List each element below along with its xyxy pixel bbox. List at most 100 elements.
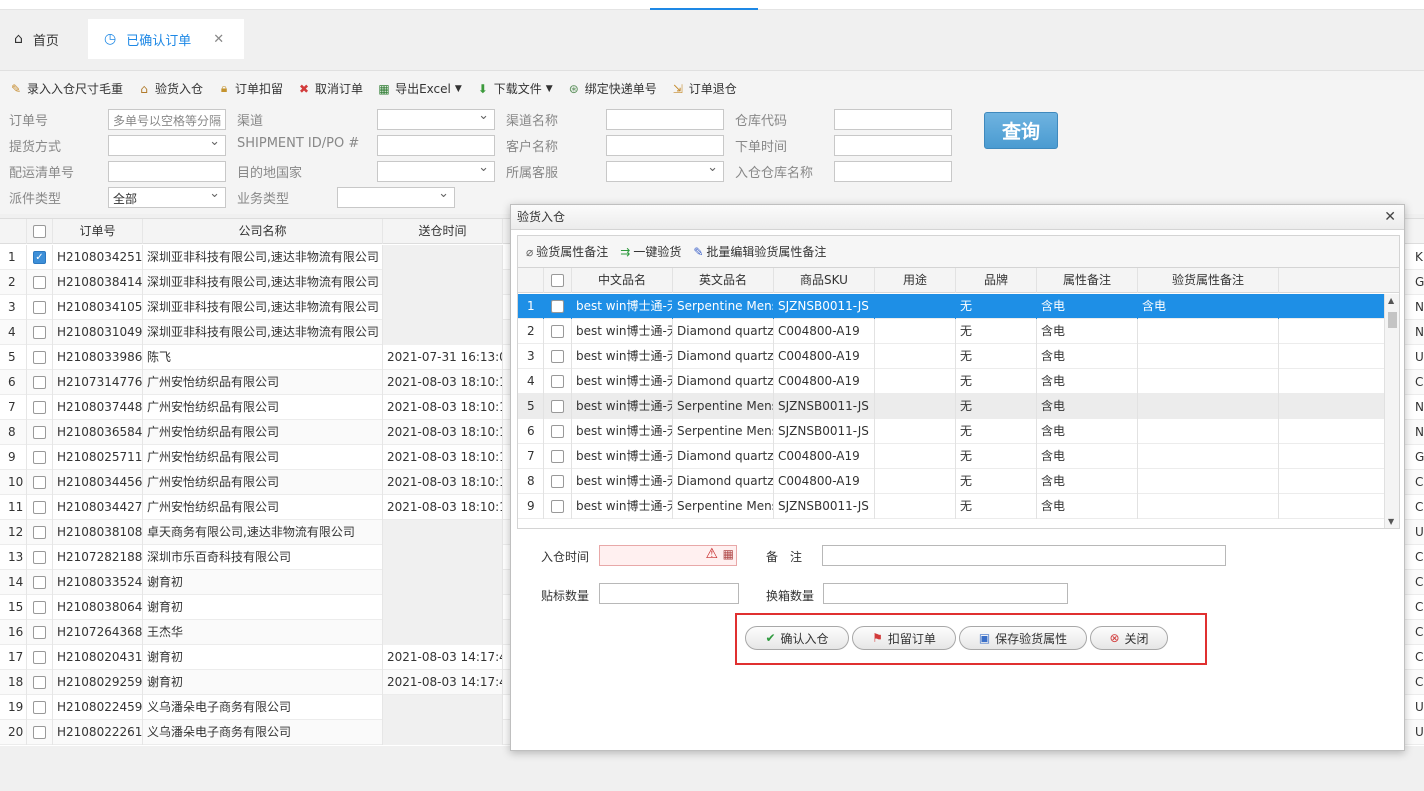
dispatch-type-select[interactable]: 全部 [108,187,226,208]
row-checkbox[interactable] [33,576,46,589]
warehouse-code-input[interactable] [834,109,952,130]
row-checkbox[interactable] [33,326,46,339]
row-checkbox[interactable] [33,651,46,664]
cancel-order-button[interactable]: ✖ 取消订单 [296,80,363,97]
scroll-down-icon[interactable]: ▼ [1388,517,1394,526]
shipment-input[interactable] [377,135,495,156]
item-checkbox[interactable] [551,375,564,388]
save-inspect-attr-button[interactable]: ▣ 保存验货属性 [959,626,1087,650]
dest-country-select[interactable] [377,161,495,182]
query-button[interactable]: 查询 [984,112,1058,149]
batch-edit-remark-button[interactable]: ✎ 批量编辑验货属性备注 [693,243,826,260]
close-tab-icon[interactable]: ✕ [213,32,224,47]
tab-home[interactable]: ⌂ 首页 [0,19,86,59]
item-checkbox[interactable] [551,450,564,463]
item-row[interactable]: 4 best win博士通-无Diamond quartz wC004800-A1… [518,369,1386,394]
order-time-input[interactable] [834,135,952,156]
one-click-inspect-button[interactable]: ⇉ 一键验货 [620,243,681,260]
item-checkbox[interactable] [551,300,564,313]
manifest-input[interactable] [108,161,226,182]
return-order-button[interactable]: ⇲ 订单退仓 [670,80,737,97]
item-inspect-remark[interactable] [1138,394,1279,419]
channel-select[interactable] [377,109,495,130]
in-time-input[interactable]: ⚠ ▦ [599,545,737,566]
item-checkbox[interactable] [551,500,564,513]
row-order-no: H2108038414 [53,270,143,295]
export-excel-button[interactable]: ▦ 导出Excel ▼ [376,80,461,97]
row-checkbox[interactable] [33,276,46,289]
row-checkbox[interactable] [33,526,46,539]
item-checkbox[interactable] [551,350,564,363]
item-row-number: 9 [518,494,544,519]
items-select-all-checkbox[interactable] [551,274,564,287]
scroll-up-icon[interactable]: ▲ [1388,296,1394,305]
item-checkbox[interactable] [551,325,564,338]
row-checkbox[interactable] [33,476,46,489]
row-send-time [383,720,503,745]
row-checkbox[interactable] [33,601,46,614]
hold-order-button[interactable]: 🔒︎ 订单扣留 [216,80,283,97]
items-scrollbar[interactable]: ▲ ▼ [1384,294,1399,528]
calendar-icon[interactable]: ▦ [723,547,734,561]
row-checkbox[interactable] [33,401,46,414]
row-checkbox[interactable] [33,551,46,564]
scrollbar-thumb[interactable] [1388,312,1397,328]
item-inspect-remark[interactable]: 含电 [1138,294,1279,319]
item-checkbox[interactable] [551,400,564,413]
row-checkbox[interactable]: ✓ [33,251,46,264]
box-qty-input[interactable] [823,583,1068,604]
biz-type-select[interactable] [337,187,455,208]
item-row[interactable]: 9 best win博士通-无Serpentine Mens QSJZNSB001… [518,494,1386,519]
bind-express-button[interactable]: ⊛ 绑定快递单号 [566,80,657,97]
close-dialog-button[interactable]: ⊗ 关闭 [1090,626,1168,650]
channel-name-input[interactable] [606,109,724,130]
remark-input[interactable] [822,545,1226,566]
confirm-inbound-button[interactable]: ✔ 确认入仓 [745,626,849,650]
row-checkbox[interactable] [33,451,46,464]
item-row[interactable]: 1 best win博士通-无Serpentine Mens QSJZNSB001… [518,294,1386,319]
item-inspect-remark[interactable] [1138,444,1279,469]
item-checkbox[interactable] [551,425,564,438]
item-inspect-remark[interactable] [1138,319,1279,344]
item-en-name: Serpentine Mens Q [673,394,774,419]
download-file-button[interactable]: ⬇ 下载文件 ▼ [475,80,553,97]
hold-order-dialog-button[interactable]: ⚑ 扣留订单 [852,626,956,650]
order-no-input[interactable]: 多单号以空格等分隔 [108,109,226,130]
pickup-select[interactable] [108,135,226,156]
row-checkbox[interactable] [33,701,46,714]
record-size-weight-button[interactable]: ✎ 录入入仓尺寸毛重 [8,80,123,97]
item-row[interactable]: 3 best win博士通-无Diamond quartz wC004800-A1… [518,344,1386,369]
cs-select[interactable] [606,161,724,182]
tab-confirmed-orders[interactable]: ◷ 已确认订单 ✕ [88,19,244,59]
row-checkbox[interactable] [33,626,46,639]
close-icon[interactable]: ✕ [1384,205,1396,230]
item-inspect-remark[interactable] [1138,469,1279,494]
warehouse-name-input[interactable] [834,161,952,182]
item-inspect-remark[interactable] [1138,369,1279,394]
item-row[interactable]: 8 best win博士通-无Diamond quartz wC004800-A1… [518,469,1386,494]
inspect-inbound-button[interactable]: ⌂ 验货入仓 [136,80,203,97]
row-checkbox[interactable] [33,726,46,739]
label-qty-input[interactable] [599,583,739,604]
row-checkbox[interactable] [33,301,46,314]
item-row[interactable]: 7 best win博士通-无Diamond quartz wC004800-A1… [518,444,1386,469]
row-checkbox[interactable] [33,501,46,514]
item-checkbox[interactable] [551,475,564,488]
item-attr-remark: 含电 [1037,394,1138,419]
item-row[interactable]: 5 best win博士通-无Serpentine Mens QSJZNSB001… [518,394,1386,419]
row-checkbox[interactable] [33,376,46,389]
select-all-checkbox[interactable] [33,225,46,238]
inspect-attr-remark-button[interactable]: ⌀ 验货属性备注 [526,243,608,260]
row-checkbox[interactable] [33,351,46,364]
row-checkbox[interactable] [33,676,46,689]
item-row[interactable]: 6 best win博士通-无Serpentine Mens QSJZNSB001… [518,419,1386,444]
item-row[interactable]: 2 best win博士通-无Diamond quartz wC004800-A1… [518,319,1386,344]
item-inspect-remark[interactable] [1138,419,1279,444]
row-order-no: H2108034456 [53,470,143,495]
item-attr-remark: 含电 [1037,369,1138,394]
row-checkbox[interactable] [33,426,46,439]
item-inspect-remark[interactable] [1138,494,1279,519]
customer-name-input[interactable] [606,135,724,156]
row-order-no: H2108034105 [53,295,143,320]
item-inspect-remark[interactable] [1138,344,1279,369]
